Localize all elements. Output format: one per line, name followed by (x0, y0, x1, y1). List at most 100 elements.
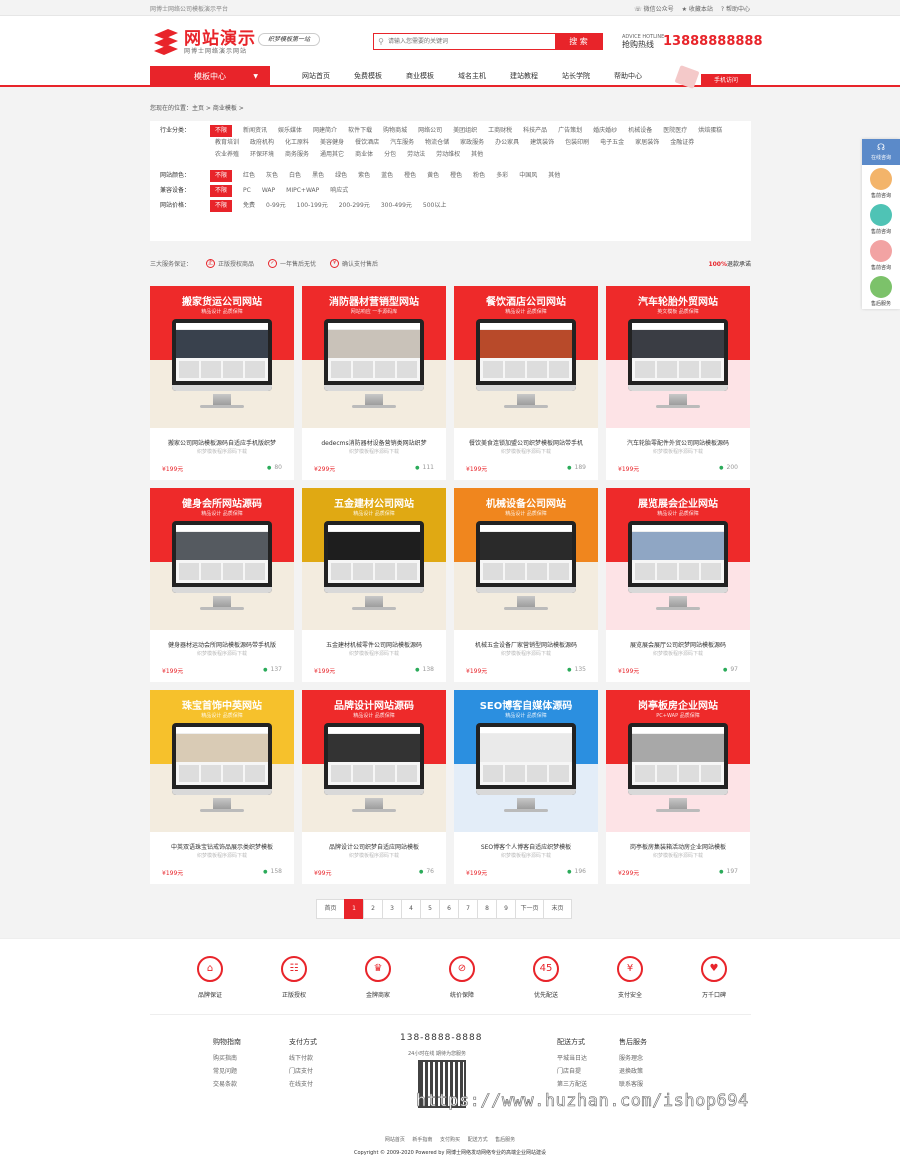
card-name[interactable]: 机械五金设备厂家营销型网站模板源码 (460, 640, 592, 649)
card-name[interactable]: 五金建材机械零件公司网站模板源码 (308, 640, 440, 649)
filter-option[interactable]: 娱乐媒体 (273, 125, 307, 137)
card-name[interactable]: 品牌设计公司织梦自适应网站模板 (308, 842, 440, 851)
filter-option[interactable]: 其他 (466, 149, 488, 161)
template-card[interactable]: 搬家货运公司网站 精品设计 品质保障 搬家公司网站模板源码自适应手机版织梦 织梦模板程… (150, 286, 294, 480)
template-card[interactable]: 机械设备公司网站 精品设计 品质保障 机械五金设备厂家营销型网站模板源码 织梦模板程序… (454, 488, 598, 682)
pager-page[interactable]: 4 (401, 899, 421, 919)
nav-item-help[interactable]: 帮助中心 (602, 66, 654, 87)
filter-option[interactable]: 广告策划 (553, 125, 587, 137)
footer-link[interactable]: 购买指南 (213, 1052, 241, 1065)
filter-option[interactable]: 蓝色 (376, 170, 398, 182)
filter-option[interactable]: 不限 (210, 200, 233, 212)
pager-page[interactable]: 2 (363, 899, 383, 919)
filter-option[interactable]: 绿色 (330, 170, 352, 182)
template-card[interactable]: 品牌设计网站源码 精品设计 品质保障 品牌设计公司织梦自适应网站模板 织梦模板程序源码… (302, 690, 446, 884)
template-card[interactable]: 汽车轮胎外贸网站 英文模板 品质保障 汽车轮胎零配件外贸公司网站模板源码 织梦模板程序… (606, 286, 750, 480)
filter-option[interactable]: 电子五金 (595, 137, 629, 149)
footer-link[interactable]: 退换政策 (619, 1065, 647, 1078)
filter-option[interactable]: 政府机构 (245, 137, 279, 149)
float-qq-item[interactable]: 售前咨询 (862, 237, 900, 273)
pager-next[interactable]: 下一页 (515, 899, 544, 919)
template-card[interactable]: 五金建材公司网站 精品设计 品质保障 五金建材机械零件公司网站模板源码 织梦模板程序源… (302, 488, 446, 682)
card-name[interactable]: 餐饮美食连锁加盟公司织梦模板网站带手机 (460, 438, 592, 447)
filter-option[interactable]: 购物商城 (378, 125, 412, 137)
filter-option[interactable]: 粉色 (468, 170, 490, 182)
top-link-wechat[interactable]: ☏ 微信公众号 (634, 4, 673, 13)
template-card[interactable]: SEO博客自媒体源码 精品设计 品质保障 SEO博客个人博客自适应织梦模板 织梦模板程… (454, 690, 598, 884)
filter-option[interactable]: 美容健身 (315, 137, 349, 149)
logo-icon[interactable] (150, 25, 182, 57)
template-card[interactable]: 健身会所网站源码 精品设计 品质保障 健身器材运动会所网站模板源码带手机版 织梦模板程… (150, 488, 294, 682)
filter-option[interactable]: 100-199元 (292, 200, 333, 212)
pager-page[interactable]: 8 (477, 899, 497, 919)
nav-item-tutorial[interactable]: 建站教程 (498, 66, 550, 87)
footer-link[interactable]: 服务理念 (619, 1052, 647, 1065)
card-name[interactable]: SEO博客个人博客自适应织梦模板 (460, 842, 592, 851)
filter-option[interactable]: 300-499元 (376, 200, 417, 212)
filter-option[interactable]: 科技产品 (518, 125, 552, 137)
pager-page[interactable]: 1 (344, 899, 364, 919)
footer-link[interactable]: 线下付款 (289, 1052, 317, 1065)
filter-option[interactable]: 通用其它 (315, 149, 349, 161)
pager-page[interactable]: 7 (458, 899, 478, 919)
filter-option[interactable]: 包装印刷 (560, 137, 594, 149)
template-card[interactable]: 珠宝首饰中英网站 精品设计 品质保障 中英双语珠宝钻戒饰品展示类织梦模板 织梦模板程序… (150, 690, 294, 884)
filter-option[interactable]: 物流仓储 (420, 137, 454, 149)
filter-option[interactable]: 黑色 (307, 170, 329, 182)
footer-link[interactable]: 门店支付 (289, 1065, 317, 1078)
filter-option[interactable]: 网络公司 (413, 125, 447, 137)
footer-link[interactable]: 交易条款 (213, 1078, 241, 1091)
filter-option[interactable]: 劳动法 (402, 149, 430, 161)
filter-option[interactable]: 0-99元 (261, 200, 291, 212)
filter-option[interactable]: 新闻资讯 (238, 125, 272, 137)
filter-option[interactable]: 橙色 (399, 170, 421, 182)
top-link-favorite[interactable]: ★ 收藏本站 (682, 4, 713, 13)
filter-option[interactable]: 烘焙蛋糕 (693, 125, 727, 137)
footer-link[interactable]: 联系客服 (619, 1078, 647, 1091)
breadcrumb[interactable]: 您现在的位置：主页 > 商业模板 > (150, 103, 751, 112)
float-qq-item[interactable]: 售前咨询 (862, 165, 900, 201)
filter-option[interactable]: 白色 (284, 170, 306, 182)
filter-option[interactable]: 美团组织 (448, 125, 482, 137)
pager-last[interactable]: 末页 (543, 899, 572, 919)
filter-option[interactable]: 红色 (238, 170, 260, 182)
card-name[interactable]: 健身器材运动会所网站模板源码带手机版 (156, 640, 288, 649)
search-input[interactable] (388, 34, 555, 49)
filter-option[interactable]: 婚庆婚纱 (588, 125, 622, 137)
pager-page[interactable]: 9 (496, 899, 516, 919)
card-name[interactable]: 搬家公司网站模板源码自适应手机版织梦 (156, 438, 288, 447)
top-link-help[interactable]: ? 帮助中心 (721, 4, 750, 13)
mobile-access-button[interactable]: 手机访问 (701, 74, 751, 87)
float-qq-item[interactable]: 售前咨询 (862, 201, 900, 237)
card-name[interactable]: 岗亭板房集装箱活动房企业网站模板 (612, 842, 744, 851)
filter-option[interactable]: 分包 (379, 149, 401, 161)
template-card[interactable]: 消防器材营销型网站 网站响应 一手源码库 dedecms消防器材设备营销类网站织梦织… (302, 286, 446, 480)
filter-option[interactable]: 灰色 (261, 170, 283, 182)
card-name[interactable]: 中英双语珠宝钻戒饰品展示类织梦模板 (156, 842, 288, 851)
footer-link[interactable]: 门店自提 (557, 1065, 587, 1078)
filter-option[interactable]: 不限 (210, 125, 233, 137)
filter-option[interactable]: 农业养殖 (210, 149, 244, 161)
template-card[interactable]: 餐饮酒店公司网站 精品设计 品质保障 餐饮美食连锁加盟公司织梦模板网站带手机 织梦模板… (454, 286, 598, 480)
filter-option[interactable]: 餐饮酒店 (350, 137, 384, 149)
filter-option[interactable]: 家政服务 (455, 137, 489, 149)
filter-option[interactable]: 响应式 (325, 185, 353, 197)
filter-option[interactable]: 其他 (543, 170, 565, 182)
filter-option[interactable]: 建筑装饰 (525, 137, 559, 149)
template-card[interactable]: 岗亭板房企业网站 PC+WAP 品质保障 岗亭板房集装箱活动房企业网站模板 织梦模板程… (606, 690, 750, 884)
card-name[interactable]: dedecms消防器材设备营销类网站织梦 (308, 438, 440, 447)
footer-links[interactable]: 网站首页 新手指南 支付购买 配送方式 售后服务 (0, 1136, 900, 1143)
filter-option[interactable]: 机械设备 (623, 125, 657, 137)
footer-link[interactable]: 在线支付 (289, 1078, 317, 1091)
online-service-button[interactable]: ☊ 在线咨询 (862, 139, 900, 165)
card-name[interactable]: 汽车轮胎零配件外贸公司网站模板源码 (612, 438, 744, 447)
footer-link[interactable]: 常见问题 (213, 1065, 241, 1078)
search-button[interactable]: 搜 索 (555, 34, 602, 49)
filter-option[interactable]: 免费 (238, 200, 260, 212)
pager-page[interactable]: 5 (420, 899, 440, 919)
filter-option[interactable]: 500以上 (418, 200, 451, 212)
float-qq-item[interactable]: 售后服务 (862, 273, 900, 309)
nav-item-academy[interactable]: 站长学院 (550, 66, 602, 87)
footer-link[interactable]: 平城当日达 (557, 1052, 587, 1065)
filter-option[interactable]: 化工原料 (280, 137, 314, 149)
